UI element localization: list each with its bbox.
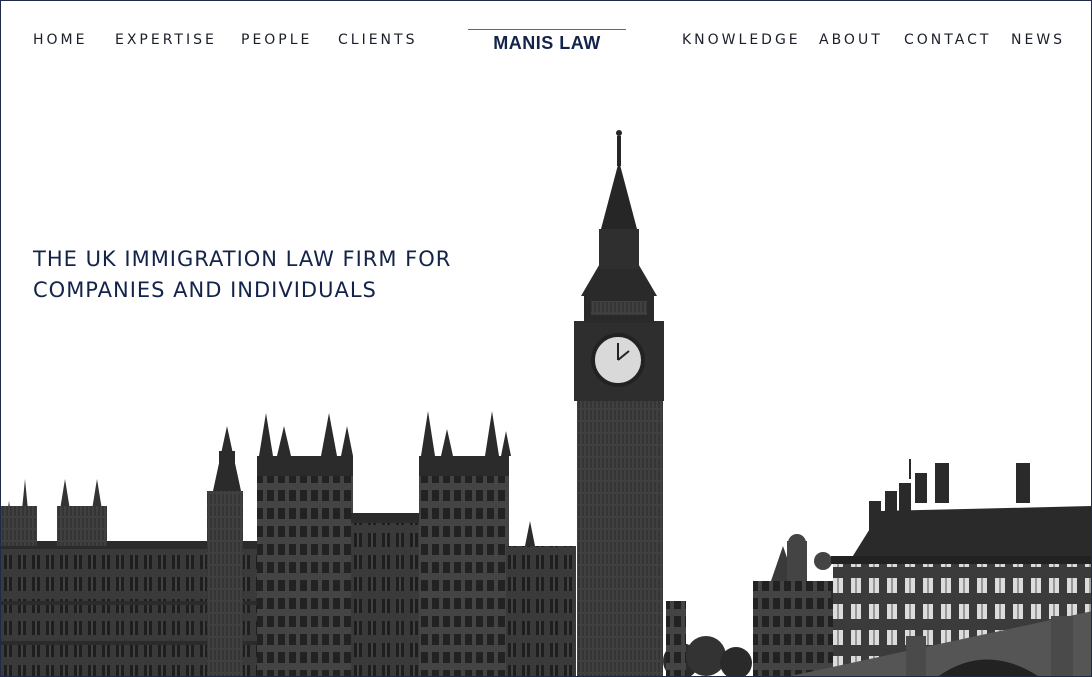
nav-clients-link[interactable]: CLIENTS: [338, 32, 417, 48]
nav-home-link[interactable]: HOME: [33, 32, 87, 48]
trees: [663, 601, 752, 676]
palace-center: [257, 411, 576, 676]
nav-about-link[interactable]: ABOUT: [819, 32, 883, 48]
right-buildings: [753, 534, 833, 676]
westminster-skyline-image: [1, 130, 1091, 676]
big-ben-tower: [574, 130, 664, 676]
hero-headline: THE UK IMMIGRATION LAW FIRM FOR COMPANIE…: [33, 244, 513, 306]
palace-left: [1, 426, 261, 676]
page: HOME EXPERTISE PEOPLE CLIENTS MANIS LAW …: [0, 0, 1092, 677]
nav-knowledge-link[interactable]: KNOWLEDGE: [682, 32, 801, 48]
nav-people-link[interactable]: PEOPLE: [241, 32, 312, 48]
nav-expertise-link[interactable]: EXPERTISE: [115, 32, 217, 48]
hero-headline-line-1: THE UK IMMIGRATION LAW FIRM FOR: [33, 247, 452, 271]
site-logo[interactable]: MANIS LAW: [468, 29, 626, 54]
nav-contact-link[interactable]: CONTACT: [904, 32, 991, 48]
hero-headline-line-2: COMPANIES AND INDIVIDUALS: [33, 278, 377, 302]
nav-news-link[interactable]: NEWS: [1011, 32, 1065, 48]
